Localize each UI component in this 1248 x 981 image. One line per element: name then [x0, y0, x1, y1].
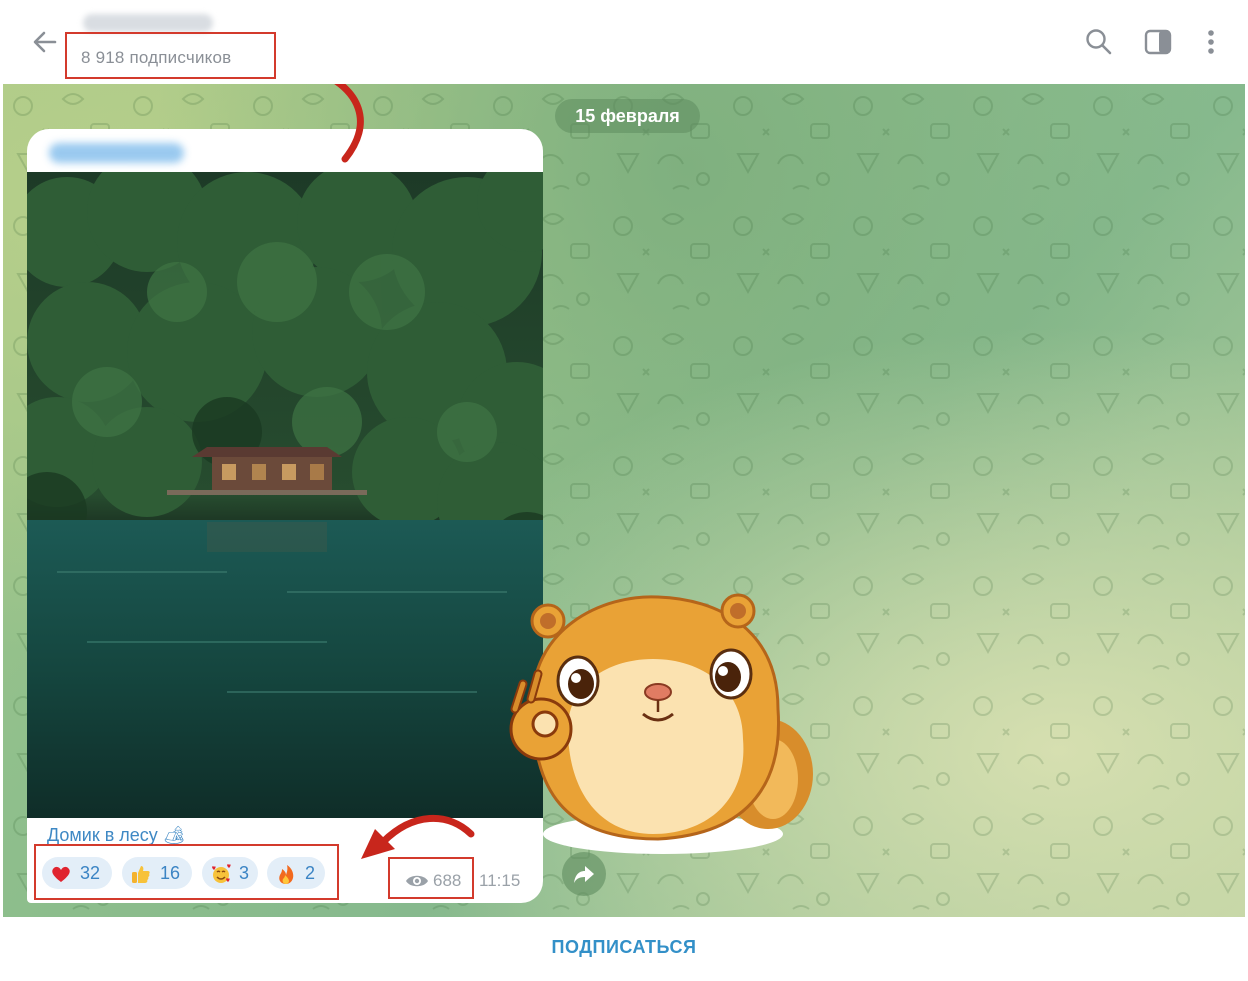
forest-cabin-photo[interactable] — [27, 172, 543, 818]
chat-area[interactable]: 15 февраля Домик в лесу 🏕 32 16 3 2 688 … — [3, 84, 1245, 917]
message-author-blurred[interactable] — [49, 143, 184, 163]
channel-title-blurred[interactable] — [83, 14, 213, 32]
date-separator: 15 февраля — [555, 99, 700, 133]
message-time: 11:15 — [479, 871, 521, 890]
subscribe-button[interactable]: ПОДПИСАТЬСЯ — [3, 937, 1245, 958]
highlight-box-views — [388, 857, 474, 899]
sidebar-toggle-icon[interactable] — [1142, 26, 1174, 58]
search-icon[interactable] — [1083, 26, 1115, 58]
more-menu-icon[interactable] — [1195, 26, 1227, 58]
share-arrow-icon — [574, 866, 594, 883]
highlight-box-reactions — [34, 844, 339, 900]
message-caption: Домик в лесу 🏕 — [47, 825, 186, 845]
back-arrow-icon[interactable] — [27, 24, 63, 60]
chat-header: 8 918 подписчиков — [3, 0, 1245, 84]
hamster-sticker[interactable] — [493, 589, 823, 859]
highlight-box-subscribers — [65, 32, 276, 79]
message-bubble[interactable]: Домик в лесу 🏕 32 16 3 2 688 11:15 — [27, 129, 543, 903]
chat-footer: ПОДПИСАТЬСЯ — [3, 917, 1245, 981]
